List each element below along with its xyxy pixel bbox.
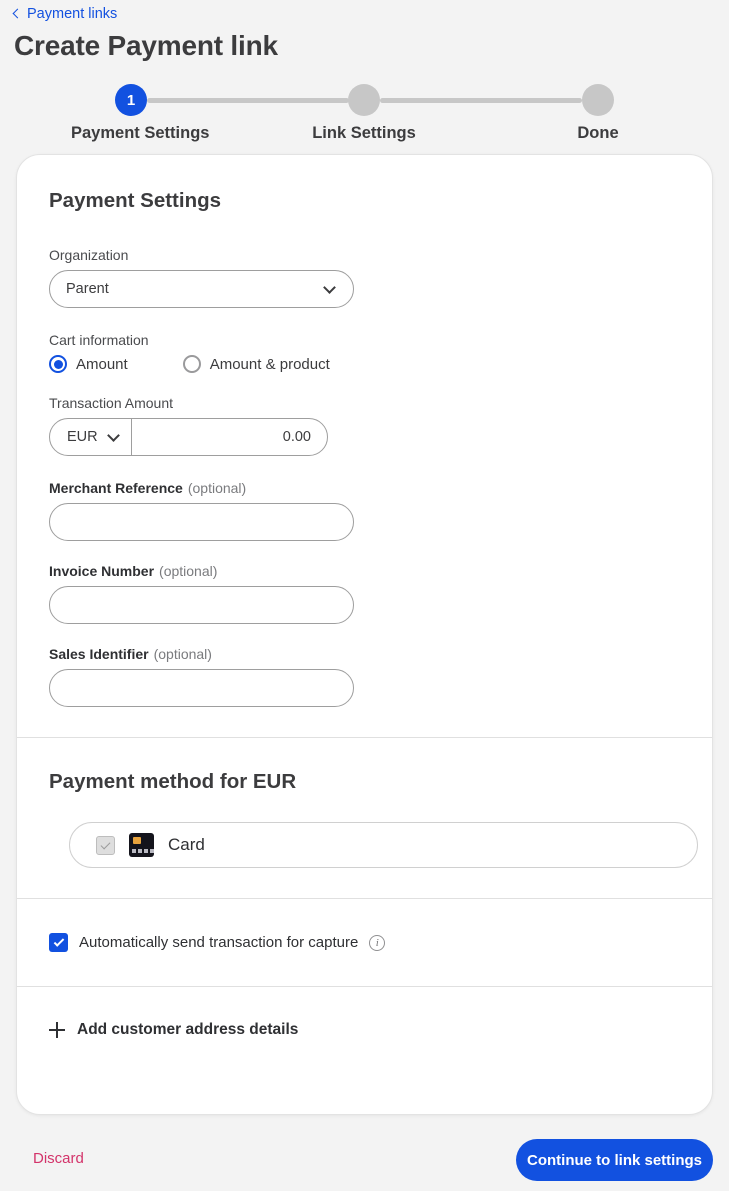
stepper-step-2-dot (348, 84, 380, 116)
sales-identifier-label-text: Sales Identifier (49, 646, 149, 662)
organization-select[interactable]: Parent (49, 270, 354, 308)
sales-identifier-input[interactable] (49, 669, 354, 707)
organization-field: Organization Parent (49, 247, 680, 308)
stepper: 1 Payment Settings Link Settings Done (0, 84, 729, 146)
radio-amount-and-product[interactable]: Amount & product (182, 355, 330, 373)
stepper-step-link-settings[interactable]: Link Settings (304, 84, 424, 143)
stepper-step-payment-settings[interactable]: 1 Payment Settings (71, 84, 210, 143)
breadcrumb-label: Payment links (27, 6, 118, 22)
invoice-number-input[interactable] (49, 586, 354, 624)
add-address-section: Add customer address details (17, 987, 712, 1039)
page-title: Create Payment link (14, 30, 278, 61)
organization-value: Parent (66, 281, 109, 297)
sales-identifier-field: Sales Identifier (optional) (49, 646, 680, 737)
credit-card-icon (129, 833, 154, 857)
radio-amount-and-product-control (182, 355, 201, 373)
payment-method-title: Payment method for EUR (49, 770, 297, 793)
auto-capture-row[interactable]: Automatically send transaction for captu… (49, 933, 680, 952)
auto-capture-checkbox[interactable] (49, 933, 68, 952)
stepper-step-3-dot (582, 84, 614, 116)
radio-amount[interactable]: Amount (49, 355, 128, 373)
payment-settings-title: Payment Settings (49, 189, 222, 212)
continue-to-link-settings-button[interactable]: Continue to link settings (516, 1139, 713, 1181)
info-icon[interactable]: i (369, 934, 386, 951)
radio-amount-control (49, 355, 67, 373)
stepper-step-3-label: Done (577, 124, 619, 142)
card-chip (133, 837, 141, 844)
merchant-reference-optional: (optional) (187, 480, 247, 496)
currency-select[interactable]: EUR (50, 419, 132, 455)
payment-method-row-card[interactable]: Card (69, 822, 698, 868)
merchant-reference-label-text: Merchant Reference (49, 480, 183, 496)
add-customer-address-label: Add customer address details (77, 1021, 299, 1038)
cart-information-label: Cart information (49, 332, 149, 348)
sales-identifier-optional: (optional) (153, 646, 212, 662)
payment-method-card-label: Card (168, 835, 205, 854)
radio-amount-label: Amount (76, 355, 128, 373)
radio-amount-and-product-label: Amount & product (209, 355, 330, 373)
payment-method-section: Payment method for EUR Card (17, 738, 712, 898)
invoice-number-label: Invoice Number (optional) (49, 563, 680, 579)
currency-value: EUR (67, 429, 98, 445)
discard-button[interactable]: Discard (33, 1150, 84, 1167)
cart-information-field: Cart information Amount Amount & product (49, 332, 680, 373)
stepper-step-2-label: Link Settings (312, 124, 416, 142)
merchant-reference-field: Merchant Reference (optional) (49, 480, 680, 541)
chevron-down-icon (107, 428, 120, 442)
invoice-number-optional: (optional) (159, 563, 218, 579)
stepper-step-done[interactable]: Done (538, 84, 658, 143)
transaction-amount-field: Transaction Amount EUR 0.00 (49, 395, 680, 456)
payment-settings-section: Payment Settings Organization Parent Car… (17, 155, 712, 737)
amount-value: 0.00 (282, 429, 311, 445)
auto-capture-label: Automatically send transaction for captu… (79, 934, 359, 951)
payment-method-list: Card (49, 822, 698, 868)
stepper-step-1-label: Payment Settings (71, 124, 210, 142)
invoice-number-label-text: Invoice Number (49, 563, 155, 579)
chevron-down-icon (323, 280, 336, 294)
card-digits (132, 849, 154, 853)
invoice-number-field: Invoice Number (optional) (49, 563, 680, 624)
breadcrumb-payment-links[interactable]: Payment links (12, 6, 118, 22)
cart-information-radio-group: Amount Amount & product (49, 355, 680, 373)
sales-identifier-label: Sales Identifier (optional) (49, 646, 680, 662)
transaction-amount-label: Transaction Amount (49, 395, 173, 411)
plus-icon (49, 1022, 65, 1038)
payment-method-card-checkbox (96, 835, 115, 855)
add-customer-address-button[interactable]: Add customer address details (49, 1021, 680, 1039)
check-icon (53, 935, 64, 947)
amount-input[interactable]: 0.00 (132, 419, 327, 455)
merchant-reference-input[interactable] (49, 503, 354, 541)
chevron-left-icon (12, 8, 23, 19)
form-card: Payment Settings Organization Parent Car… (16, 154, 713, 1115)
merchant-reference-label: Merchant Reference (optional) (49, 480, 680, 496)
check-icon (100, 839, 111, 849)
stepper-step-1-number: 1 (115, 84, 147, 116)
transaction-amount-input-group: EUR 0.00 (49, 418, 328, 456)
organization-label: Organization (49, 247, 129, 263)
capture-section: Automatically send transaction for captu… (17, 899, 712, 986)
create-payment-link-page: Payment links Create Payment link 1 Paym… (0, 0, 729, 1191)
